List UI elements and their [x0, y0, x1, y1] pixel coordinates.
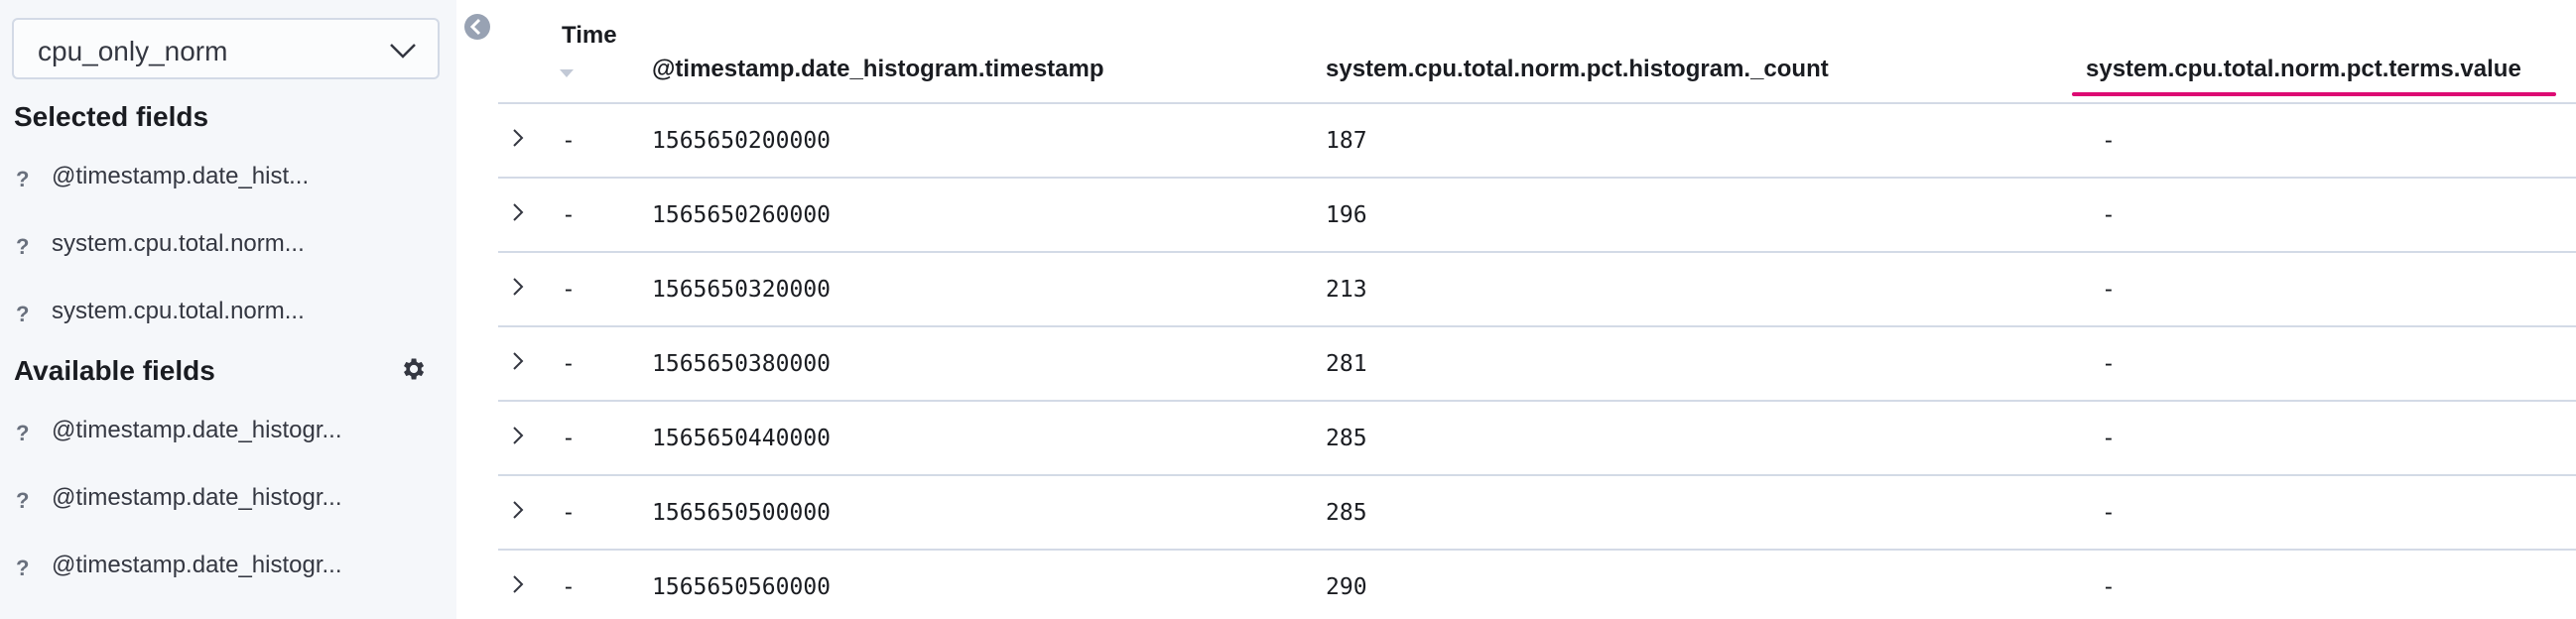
cell-terms: - [2102, 202, 2116, 228]
expand-row-icon[interactable] [510, 126, 526, 150]
cell-time: - [562, 128, 576, 154]
cell-timestamp: 1565650560000 [652, 574, 832, 600]
expand-row-icon[interactable] [510, 349, 526, 373]
cell-timestamp: 1565650380000 [652, 351, 832, 377]
field-type-unknown-icon: ? [16, 421, 30, 445]
cell-time: - [562, 574, 576, 600]
table-row: - 1565650320000 213 - [498, 253, 2576, 327]
document-table: Time @timestamp.date_histogram.timestamp… [498, 0, 2576, 619]
selected-field-item[interactable]: ? @timestamp.date_hist... [16, 163, 433, 202]
expand-row-icon[interactable] [510, 572, 526, 596]
active-header-underline [2072, 92, 2556, 96]
cell-count: 213 [1326, 277, 1367, 303]
column-header-terms[interactable]: system.cpu.total.norm.pct.terms.value [2086, 56, 2521, 83]
cell-terms: - [2102, 128, 2116, 154]
column-header-timestamp[interactable]: @timestamp.date_histogram.timestamp [652, 56, 1104, 83]
index-pattern-select[interactable]: cpu_only_norm [12, 18, 440, 79]
field-name: @timestamp.date_histogr... [52, 552, 342, 578]
field-type-unknown-icon: ? [16, 488, 30, 513]
field-name: @timestamp.date_hist... [52, 163, 310, 189]
cell-time: - [562, 500, 576, 526]
selected-field-item[interactable]: ? system.cpu.total.norm... [16, 230, 433, 270]
field-sidebar: cpu_only_norm Selected fields ? @timesta… [0, 0, 456, 619]
expand-row-icon[interactable] [510, 200, 526, 224]
selected-fields-title: Selected fields [14, 101, 209, 132]
sort-caret-icon[interactable] [560, 69, 574, 77]
table-row: - 1565650260000 196 - [498, 179, 2576, 253]
table-row: - 1565650380000 281 - [498, 327, 2576, 402]
field-name: system.cpu.total.norm... [52, 298, 305, 324]
cell-timestamp: 1565650440000 [652, 426, 832, 451]
available-field-item[interactable]: ? @timestamp.date_histogr... [16, 552, 433, 591]
cell-terms: - [2102, 426, 2116, 451]
selected-field-item[interactable]: ? system.cpu.total.norm... [16, 298, 433, 337]
field-type-unknown-icon: ? [16, 167, 30, 191]
table-row: - 1565650200000 187 - [498, 104, 2576, 179]
cell-timestamp: 1565650500000 [652, 500, 832, 526]
column-header-count[interactable]: system.cpu.total.norm.pct.histogram._cou… [1326, 56, 1829, 83]
cell-terms: - [2102, 500, 2116, 526]
cell-time: - [562, 426, 576, 451]
cell-time: - [562, 351, 576, 377]
cell-count: 285 [1326, 500, 1367, 526]
available-field-item[interactable]: ? @timestamp.date_histogr... [16, 484, 433, 524]
expand-row-icon[interactable] [510, 275, 526, 299]
column-header-time[interactable]: Time [562, 22, 617, 50]
gear-icon[interactable] [399, 355, 427, 383]
table-row: - 1565650560000 290 - [498, 551, 2576, 619]
cell-timestamp: 1565650260000 [652, 202, 832, 228]
cell-count: 187 [1326, 128, 1367, 154]
cell-time: - [562, 277, 576, 303]
field-name: @timestamp.date_histogr... [52, 417, 342, 443]
field-name: system.cpu.total.norm... [52, 230, 305, 257]
expand-row-icon[interactable] [510, 424, 526, 447]
cell-time: - [562, 202, 576, 228]
collapse-sidebar-icon[interactable] [462, 12, 492, 42]
cell-terms: - [2102, 351, 2116, 377]
table-row: - 1565650440000 285 - [498, 402, 2576, 476]
cell-count: 281 [1326, 351, 1367, 377]
cell-terms: - [2102, 574, 2116, 600]
field-type-unknown-icon: ? [16, 556, 30, 580]
cell-count: 285 [1326, 426, 1367, 451]
available-fields-title: Available fields [14, 355, 215, 386]
cell-count: 196 [1326, 202, 1367, 228]
cell-count: 290 [1326, 574, 1367, 600]
cell-terms: - [2102, 277, 2116, 303]
table-row: - 1565650500000 285 - [498, 476, 2576, 551]
available-field-item[interactable]: ? @timestamp.date_histogr... [16, 417, 433, 456]
field-type-unknown-icon: ? [16, 302, 30, 326]
cell-timestamp: 1565650320000 [652, 277, 832, 303]
field-type-unknown-icon: ? [16, 234, 30, 259]
index-pattern-value: cpu_only_norm [38, 36, 228, 66]
field-name: @timestamp.date_histogr... [52, 484, 342, 511]
expand-row-icon[interactable] [510, 498, 526, 522]
cell-timestamp: 1565650200000 [652, 128, 832, 154]
chevron-down-icon [390, 44, 416, 59]
